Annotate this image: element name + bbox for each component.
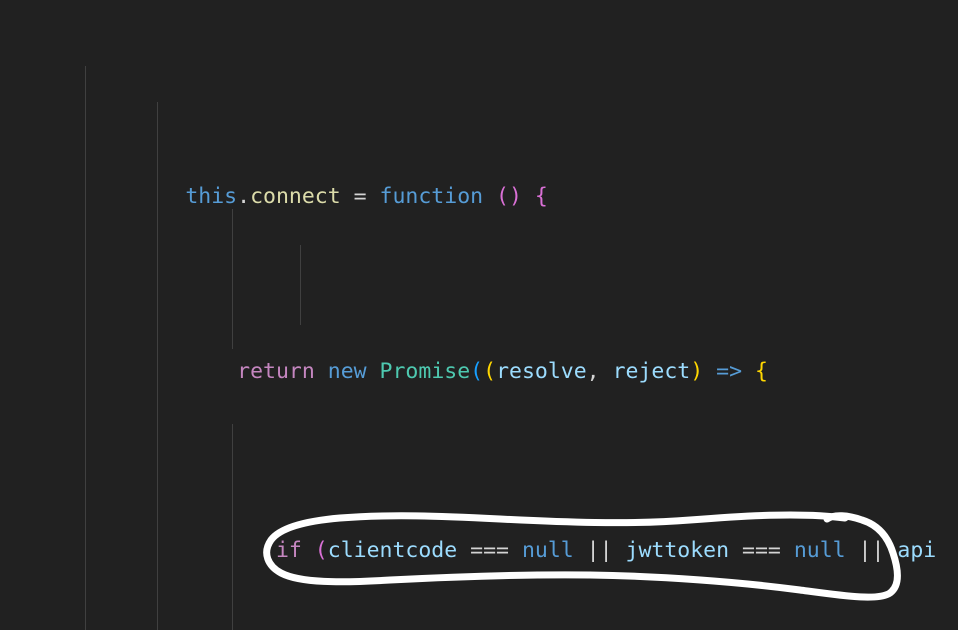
code-text-layer[interactable]: this.connect = function () { return new … — [0, 0, 958, 630]
code-line[interactable]: return new Promise((resolve, reject) => … — [0, 318, 958, 384]
code-line-content: return new Promise((resolve, reject) => … — [237, 359, 768, 385]
code-line[interactable]: this.connect = function () { — [0, 143, 958, 209]
code-line[interactable]: if (clientcode === null || jwttoken === … — [0, 497, 958, 563]
code-line-content: this.connect = function () { — [185, 183, 548, 209]
code-editor-canvas[interactable]: this.connect = function () { return new … — [0, 0, 958, 630]
code-line-content: if (clientcode === null || jwttoken === … — [275, 538, 937, 564]
